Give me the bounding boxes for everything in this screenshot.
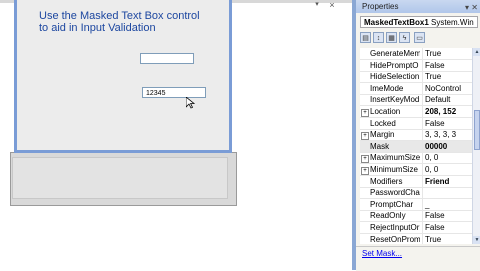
expand-plus-icon[interactable]: + xyxy=(361,132,369,141)
properties-view-icon[interactable]: ▦ xyxy=(386,32,397,43)
property-name: Modifiers xyxy=(370,176,403,186)
property-value[interactable]: 208, 152 xyxy=(422,106,472,118)
property-name: MinimumSize xyxy=(370,165,419,174)
property-value[interactable]: 3, 3, 3, 3 xyxy=(422,129,472,142)
expand-plus-icon[interactable]: + xyxy=(361,167,369,175)
secondary-form-preview xyxy=(10,152,237,206)
events-lightning-icon[interactable]: ϟ xyxy=(399,32,410,43)
property-value[interactable]: True xyxy=(422,71,472,84)
property-row[interactable]: HideSelection True xyxy=(360,71,472,84)
property-name: Location xyxy=(370,107,401,116)
property-value[interactable]: 0, 0 xyxy=(422,152,472,165)
property-value[interactable]: False xyxy=(422,222,472,234)
masked-text-box[interactable]: 12345 xyxy=(142,87,206,98)
scroll-down-arrow-icon[interactable]: ▼ xyxy=(473,236,480,244)
property-name: ImeMode xyxy=(370,83,404,93)
form-designer-window[interactable]: Use the Masked Text Box control to aid i… xyxy=(14,0,232,153)
property-row[interactable]: HidePromptO False xyxy=(360,59,472,72)
property-row[interactable]: + Margin 3, 3, 3, 3 xyxy=(360,129,472,142)
property-row[interactable]: Modifiers Friend xyxy=(360,175,472,188)
mouse-pointer-icon xyxy=(186,97,196,109)
property-value[interactable]: False xyxy=(422,59,472,72)
property-value[interactable]: Default xyxy=(422,94,472,107)
set-mask-link[interactable]: Set Mask... xyxy=(362,249,402,258)
property-value[interactable]: False xyxy=(422,210,472,223)
properties-commands-pane: Set Mask... xyxy=(356,246,480,271)
expand-plus-icon[interactable]: + xyxy=(361,155,369,164)
alphabetical-sort-icon[interactable]: ↕ xyxy=(373,32,384,43)
object-type: System.Win xyxy=(431,18,474,27)
property-name: HideSelection xyxy=(370,72,420,82)
property-value[interactable]: False xyxy=(422,117,472,130)
form-instruction-line-2: to aid in Input Validation xyxy=(39,22,156,34)
property-row[interactable]: PasswordCha xyxy=(360,187,472,200)
property-name: Margin xyxy=(370,130,395,140)
scroll-thumb[interactable] xyxy=(474,110,480,150)
property-row[interactable]: ImeMode NoControl xyxy=(360,82,472,95)
property-name: HidePromptO xyxy=(370,60,419,70)
scroll-up-arrow-icon[interactable]: ▲ xyxy=(473,48,480,56)
property-name: PasswordCha xyxy=(370,188,420,198)
properties-toolbar: ▤ ↕ ▦ ϟ ▭ xyxy=(360,31,478,45)
property-value[interactable]: _ xyxy=(422,198,472,211)
property-value[interactable]: NoControl xyxy=(422,82,472,95)
property-row[interactable]: ReadOnly False xyxy=(360,210,472,223)
tab-dropdown-button[interactable]: ▾ xyxy=(311,0,323,10)
property-row[interactable]: + Location 208, 152 xyxy=(360,106,472,118)
properties-window-buttons[interactable]: ▾ ✕ xyxy=(465,1,478,14)
property-value[interactable] xyxy=(422,187,472,200)
properties-panel: Properties ▾ ✕ MaskedTextBox1 System.Win… xyxy=(352,0,480,271)
expand-plus-icon[interactable]: + xyxy=(361,109,369,117)
property-grid-scrollbar[interactable]: ▲ ▼ xyxy=(472,48,480,244)
categorized-view-icon[interactable]: ▤ xyxy=(360,32,371,43)
property-name: RejectInputOr xyxy=(370,223,420,232)
form-instruction-line-1: Use the Masked Text Box control xyxy=(39,10,200,22)
object-selector-dropdown[interactable]: MaskedTextBox1 System.Win xyxy=(360,16,478,28)
property-value[interactable]: 00000 xyxy=(422,140,472,153)
property-value[interactable]: 0, 0 xyxy=(422,164,472,176)
properties-title: Properties xyxy=(362,2,399,11)
property-name: InsertKeyMod xyxy=(370,95,420,105)
property-value[interactable]: True xyxy=(422,233,472,244)
property-row[interactable]: Locked False xyxy=(360,117,472,130)
object-name: MaskedTextBox1 xyxy=(364,18,429,27)
property-value[interactable]: Friend xyxy=(422,175,472,188)
property-row[interactable]: + MinimumSize 0, 0 xyxy=(360,164,472,176)
property-grid: GenerateMem True HidePromptO False HideSelec… xyxy=(360,48,472,244)
properties-title-bar: Properties ▾ ✕ xyxy=(356,0,480,13)
property-name: MaximumSize xyxy=(370,153,420,163)
property-name: Locked xyxy=(370,118,396,128)
property-name: GenerateMem xyxy=(370,49,420,58)
property-row[interactable]: + MaximumSize 0, 0 xyxy=(360,152,472,165)
property-row[interactable]: InsertKeyMod Default xyxy=(360,94,472,107)
property-row[interactable]: ResetOnProm True xyxy=(360,233,472,244)
property-value[interactable]: True xyxy=(422,48,472,60)
property-row[interactable]: Mask 00000 xyxy=(360,140,472,153)
property-pages-icon[interactable]: ▭ xyxy=(414,32,425,43)
property-name: PromptChar xyxy=(370,199,414,209)
property-name: ReadOnly xyxy=(370,211,406,221)
property-name: ResetOnProm xyxy=(370,234,420,244)
property-row[interactable]: RejectInputOr False xyxy=(360,222,472,234)
tab-close-button[interactable]: × xyxy=(325,0,339,10)
secondary-form-client-area xyxy=(12,157,228,199)
form-instruction-label: Use the Masked Text Box control to aid i… xyxy=(39,10,219,34)
property-row[interactable]: PromptChar _ xyxy=(360,198,472,211)
plain-text-box[interactable] xyxy=(140,53,194,64)
property-row[interactable]: GenerateMem True xyxy=(360,48,472,60)
property-name: Mask xyxy=(370,141,390,151)
